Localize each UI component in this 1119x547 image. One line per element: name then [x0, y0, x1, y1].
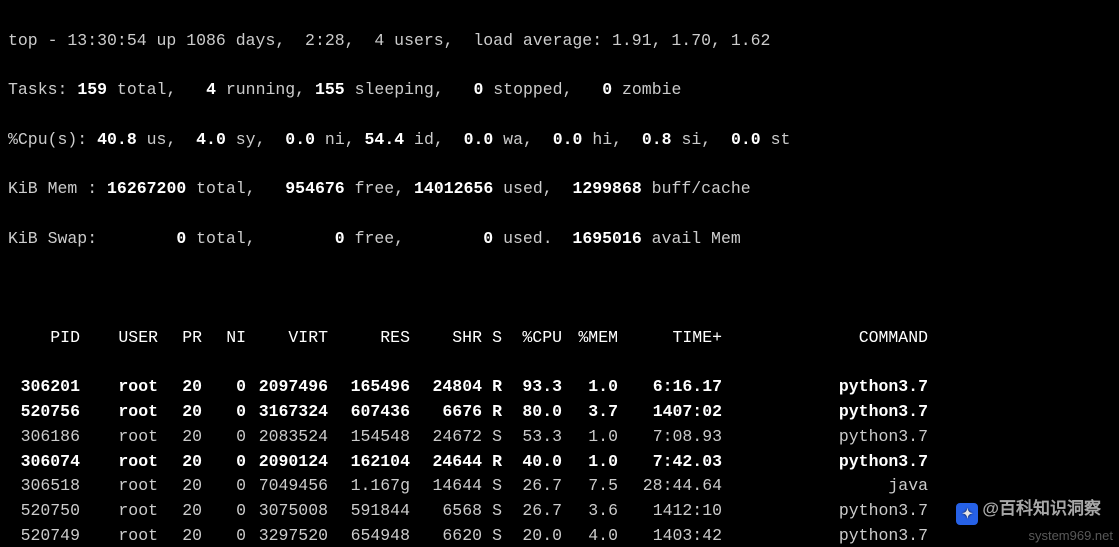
watermark-overlay: ✦@百科知识洞察: [956, 496, 1101, 525]
table-row: 306186root200208352415454824672S53.31.07…: [8, 425, 1111, 450]
table-row: 306074root200209012416210424644R40.01.07…: [8, 450, 1111, 475]
process-table-body: 306201root200209749616549624804R93.31.06…: [8, 375, 1111, 547]
summary-mem: KiB Mem : 16267200 total, 954676 free, 1…: [8, 177, 1111, 202]
summary-tasks: Tasks: 159 total, 4 running, 155 sleepin…: [8, 78, 1111, 103]
table-row: 306518root20070494561.167g14644S26.77.52…: [8, 474, 1111, 499]
watermark-url: system969.net: [1028, 526, 1113, 546]
table-row: 520749root20032975206549486620S20.04.014…: [8, 524, 1111, 547]
summary-cpu: %Cpu(s): 40.8 us, 4.0 sy, 0.0 ni, 54.4 i…: [8, 128, 1111, 153]
watermark-logo-icon: ✦: [956, 503, 978, 525]
terminal-output: top - 13:30:54 up 1086 days, 2:28, 4 use…: [0, 0, 1119, 547]
summary-swap: KiB Swap: 0 total, 0 free, 0 used. 16950…: [8, 227, 1111, 252]
table-row: 520756root20031673246074366676R80.03.714…: [8, 400, 1111, 425]
process-table-header: PID USER PR NI VIRT RES SHR S %CPU %MEM …: [8, 326, 1111, 351]
summary-uptime: top - 13:30:54 up 1086 days, 2:28, 4 use…: [8, 29, 1111, 54]
table-row: 520750root20030750085918446568S26.73.614…: [8, 499, 1111, 524]
table-row: 306201root200209749616549624804R93.31.06…: [8, 375, 1111, 400]
